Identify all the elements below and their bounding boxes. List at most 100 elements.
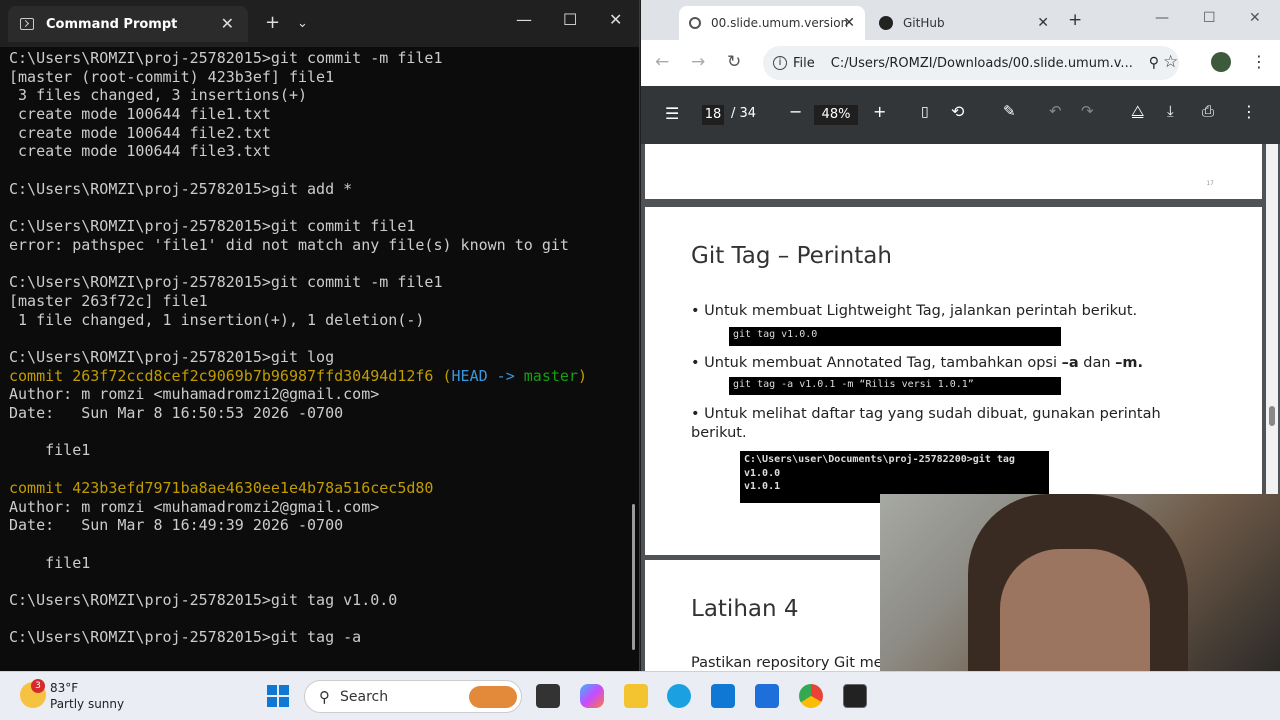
terminal-tab[interactable]: Command Prompt ✕ [8,6,248,42]
terminal-window: Command Prompt ✕ + ⌄ — ☐ ✕ C:\Users\ROMZ… [0,0,640,671]
weather-condition: Partly sunny [50,697,125,711]
terminal-line: [master 263f72c] file1 [9,291,208,310]
more-actions-icon[interactable]: ⋮ [1241,102,1257,121]
windows-start-icon[interactable] [267,685,289,707]
profile-avatar[interactable] [1211,52,1231,72]
terminal-line: [master (root-commit) 423b3ef] file1 [9,67,335,86]
page-number-small: 17 [1206,180,1214,187]
print-icon[interactable]: ⎙ [1202,102,1214,120]
code-line: v1.0.1 [744,481,781,492]
store-icon[interactable] [711,684,735,708]
annotate-icon[interactable]: ✎ [1003,102,1016,120]
chevron-down-icon[interactable]: ⌄ [297,16,308,31]
terminal-line: create mode 100644 file2.txt [9,123,271,142]
code-block: git tag v1.0.0 [729,327,1061,346]
page-total: / 34 [731,106,757,121]
copilot-icon[interactable] [580,684,604,708]
chrome-icon[interactable] [799,684,823,708]
maximize-icon[interactable]: ☐ [563,10,577,29]
menu-dots-icon[interactable]: ⋮ [1251,52,1267,71]
close-tab-icon[interactable]: ✕ [843,15,855,31]
terminal-line: C:\Users\ROMZI\proj-25782015>git log [9,348,335,366]
terminal-scrollbar[interactable] [632,504,635,650]
terminal-icon[interactable] [843,684,867,708]
redo-icon[interactable]: ↷ [1081,102,1094,120]
taskbar: 3 83°F Partly sunny ⚲ Search [0,671,1280,720]
vscode-icon[interactable] [755,684,779,708]
code-line: C:\Users\user\Documents\proj-25782200>gi… [744,454,1015,465]
forward-icon[interactable]: → [691,52,705,72]
rotate-icon[interactable]: ⟲ [951,102,964,121]
browser-tabbar: 00.slide.umum.version ✕ GitHub ✕ + — ☐ ✕ [641,0,1280,40]
zoom-level[interactable]: 48% [814,105,858,125]
terminal-tab-title: Command Prompt [46,16,178,32]
tab-github[interactable]: GitHub ✕ [869,6,1059,40]
new-tab-icon[interactable]: + [265,12,280,33]
zoom-out-icon[interactable]: − [789,102,802,121]
terminal-line: commit 423b3efd7971ba8ae4630ee1e4b78a516… [9,478,434,497]
terminal-line: C:\Users\ROMZI\proj-25782015>git tag -a [9,628,362,647]
new-tab-icon[interactable]: + [1068,10,1082,30]
slide-text: Pastikan repository Git me [691,655,883,671]
file-explorer-icon[interactable] [624,684,648,708]
minimize-icon[interactable]: — [516,10,532,29]
slide-title: Latihan 4 [691,596,799,622]
terminal-output[interactable]: C:\Users\ROMZI\proj-25782015>git commit … [9,49,627,647]
scrollbar-thumb[interactable] [1269,406,1275,426]
terminal-line: create mode 100644 file1.txt [9,105,271,124]
address-bar[interactable]: i File C:/Users/ROMZI/Downloads/00.slide… [763,46,1179,80]
scheme-label: File [793,55,815,71]
info-icon[interactable]: i [773,56,787,70]
task-view-icon[interactable] [536,684,560,708]
fit-page-icon[interactable]: ▯ [921,104,929,120]
bookmark-star-icon[interactable]: ☆ [1163,52,1178,72]
code-line: v1.0.0 [744,467,781,479]
terminal-line: C:\Users\ROMZI\proj-25782015>git commit … [9,273,443,292]
url-text: C:/Users/ROMZI/Downloads/00.slide.umum.v… [830,55,1133,71]
terminal-titlebar: Command Prompt ✕ + ⌄ — ☐ ✕ [0,0,639,47]
minimize-icon[interactable]: — [1155,10,1169,26]
page-number-input[interactable]: 18 [702,105,724,125]
back-icon[interactable]: ← [655,52,669,72]
address-bar-row: ← → ↻ i File C:/Users/ROMZI/Downloads/00… [641,40,1280,86]
slide-title: Git Tag – Perintah [691,243,892,269]
taskbar-search[interactable]: ⚲ Search [304,680,522,713]
close-tab-icon[interactable]: ✕ [1037,15,1049,31]
notification-badge: 3 [31,679,45,693]
close-tab-icon[interactable]: ✕ [221,14,234,33]
terminal-line: Date: Sun Mar 8 16:50:53 2026 -0700 [9,404,344,423]
weather-widget[interactable]: 83°F Partly sunny [50,680,124,712]
bullet-text: Untuk membuat Annotated Tag, tambahkan o… [704,355,1062,371]
undo-icon[interactable]: ↶ [1049,102,1062,120]
weather-temp: 83°F [50,681,79,695]
terminal-line: C:\Users\ROMZI\proj-25782015>git commit … [9,49,443,67]
close-window-icon[interactable]: ✕ [609,10,622,29]
maximize-icon[interactable]: ☐ [1203,10,1216,26]
reload-icon[interactable]: ↻ [727,52,741,72]
hamburger-menu-icon[interactable]: ☰ [665,104,679,123]
github-icon [879,16,893,30]
tab-pdf[interactable]: 00.slide.umum.version ✕ [679,6,865,40]
edge-icon[interactable] [667,684,691,708]
tab-label: GitHub [903,16,945,30]
close-window-icon[interactable]: ✕ [1249,10,1261,26]
search-label: Search [340,688,389,705]
globe-icon [689,17,701,29]
terminal-line: Author: m romzi <muhamadromzi2@gmail.com… [9,385,380,404]
pdf-page: 17 [645,144,1262,199]
zoom-in-icon[interactable]: + [873,102,886,121]
bullet-item: • Untuk membuat Lightweight Tag, jalanka… [691,303,1138,319]
bullet-text: Untuk melihat daftar tag yang sudah dibu… [691,406,1161,441]
search-icon[interactable]: ⚲ [1149,55,1159,71]
download-icon[interactable]: ⤓ [1167,102,1174,120]
bullet-bold: –a [1061,355,1079,371]
drive-save-icon[interactable]: ⧋ [1131,102,1144,120]
